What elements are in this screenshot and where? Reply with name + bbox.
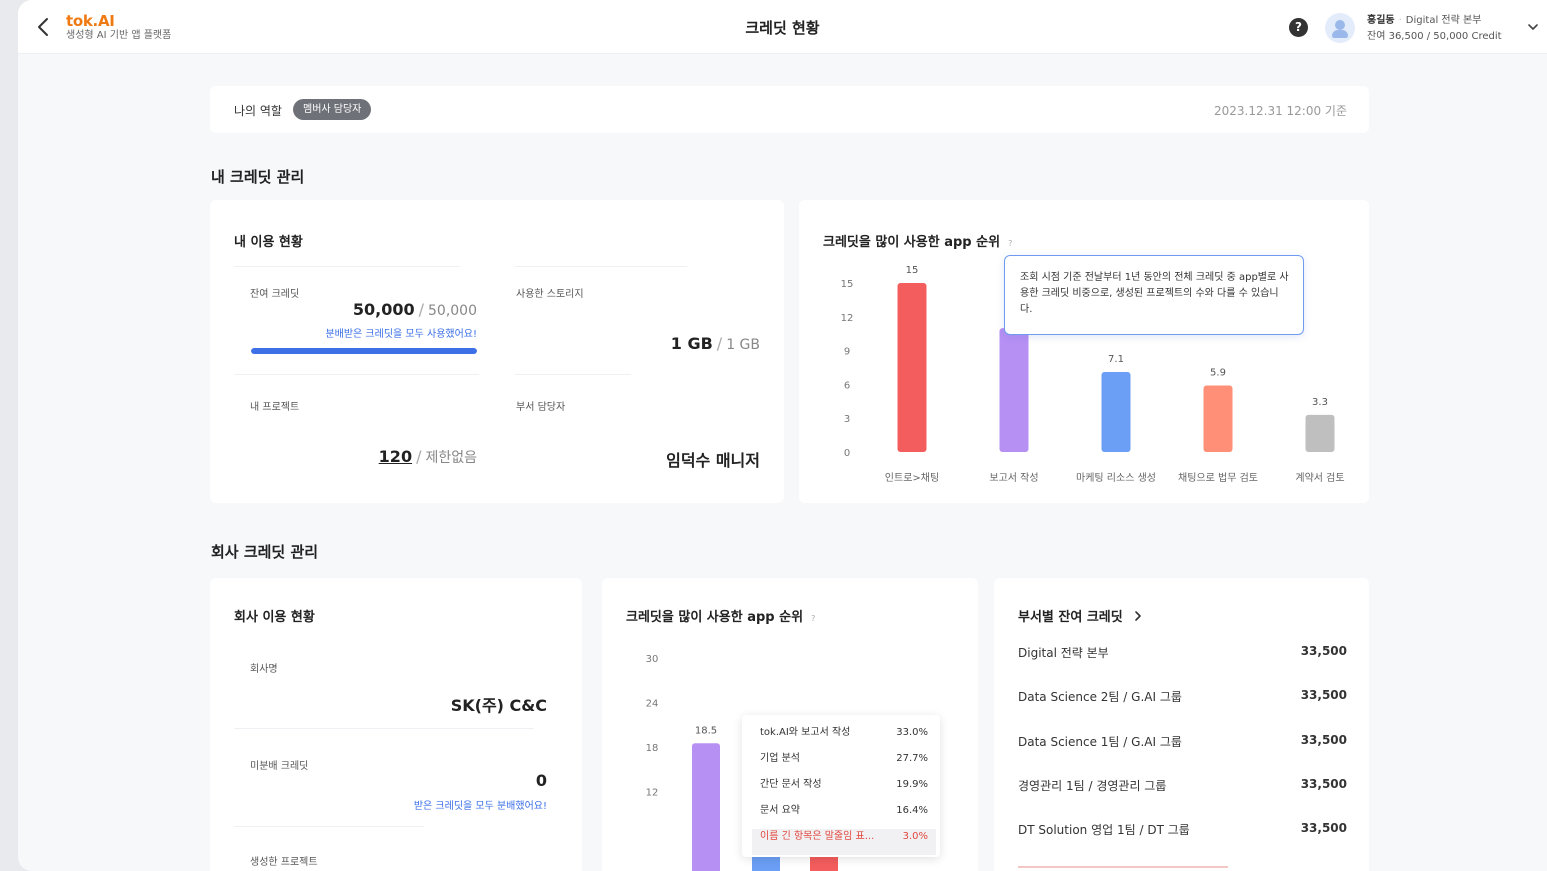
dept-credit-value: 33,500 [1300, 776, 1347, 791]
bar [1305, 414, 1335, 452]
y-tick-label: 9 [844, 347, 850, 358]
chart-legend-popup: tok.AI와 보고서 작성 33.0% 기업 분석 27.7% 간단 문서 작성 19.… [742, 715, 940, 857]
my-projects-value: 120/제한없음 [378, 447, 477, 466]
user-name: 홍길동 [1367, 15, 1395, 26]
legend-row[interactable]: 문서 요약 16.4% [760, 803, 928, 829]
data-label: 7.1 [1108, 354, 1124, 365]
data-label: 18.5 [695, 725, 717, 736]
app-window: tok.AI 생성형 AI 기반 앱 플랫폼 크레딧 현황 ? 홍길동 · Digi… [18, 0, 1547, 871]
my-usage-title: 내 이용 현황 [234, 235, 303, 250]
storage-label: 사용한 스토리지 [516, 289, 584, 300]
legend-name: 이름 긴 항목은 말줄임 표... [760, 831, 875, 842]
x-tick-label: 마케팅 리소스 생성 [1076, 472, 1156, 484]
top-bar: tok.AI 생성형 AI 기반 앱 플랫폼 크레딧 현황 ? 홍길동 · Digi… [18, 0, 1547, 54]
role-label: 나의 역할 [234, 104, 282, 118]
bar [1203, 385, 1233, 452]
y-tick-label: 18 [646, 743, 659, 754]
chart-info-tooltip: 조회 시점 기준 전날부터 1년 동안의 전체 크레딧 중 app별로 사용한 … [1004, 255, 1304, 335]
bar [1101, 372, 1131, 452]
my-credit-section-title: 내 크레딧 관리 [211, 168, 305, 186]
data-label: 5.9 [1210, 368, 1226, 379]
my-app-rank-chart: 0369121515인트로>채팅11.0보고서 작성7.1마케팅 리소스 생성5… [841, 265, 1345, 484]
data-label: 3.3 [1312, 397, 1328, 408]
y-tick-label: 12 [841, 313, 854, 324]
dept-row[interactable]: Data Science 2팀 / G.AI 그룹 33,500 [1018, 688, 1347, 708]
chevron-down-icon[interactable] [1526, 20, 1540, 34]
data-label: 15 [906, 265, 919, 276]
legend-pct: 3.0% [902, 831, 928, 842]
dept-credit-value: 33,500 [1300, 688, 1347, 703]
y-tick-label: 6 [844, 380, 850, 391]
role-badge: 멤버사 담당자 [293, 99, 372, 120]
remaining-credit-value: 50,000/50,000 [352, 300, 477, 319]
bar [999, 328, 1029, 452]
y-tick-label: 24 [646, 699, 659, 710]
y-tick-label: 0 [844, 448, 850, 459]
legend-name: 문서 요약 [760, 805, 800, 816]
my-app-rank-card: 크레딧을 많이 사용한 app 순위? 0369121515인트로>채팅11.0… [799, 200, 1369, 503]
unallocated-credit-value: 0 [535, 771, 547, 790]
remaining-credit-label: 잔여 크레딧 [250, 289, 300, 300]
user-credit: 잔여 36,500 / 50,000 Credit [1367, 31, 1502, 42]
legend-row[interactable]: 간단 문서 작성 19.9% [760, 777, 928, 803]
x-tick-label: 보고서 작성 [989, 472, 1038, 484]
dept-row[interactable]: Digital 전략 본부 33,500 [1018, 644, 1347, 664]
company-usage-title: 회사 이용 현황 [234, 610, 315, 625]
legend-name: tok.AI와 보고서 작성 [760, 727, 851, 738]
y-tick-label: 15 [841, 279, 854, 290]
chevron-right-icon[interactable] [1133, 610, 1143, 622]
unallocated-credit-note: 받은 크레딧을 모두 분배했어요! [413, 801, 547, 812]
dept-name: Data Science 1팀 / G.AI 그룹 [1018, 734, 1182, 749]
as-of-date: 2023.12.31 12:00 기준 [1214, 104, 1347, 118]
dept-credit-value: 33,500 [1300, 821, 1347, 836]
x-tick-label: 인트로>채팅 [885, 472, 939, 484]
dept-credit-title[interactable]: 부서별 잔여 크레딧 [1018, 606, 1143, 625]
dept-manager-label: 부서 담당자 [516, 402, 566, 413]
legend-row[interactable]: 기업 분석 27.7% [760, 751, 928, 777]
user-dept: Digital 전략 본부 [1405, 15, 1482, 26]
user-info[interactable]: 홍길동 · Digital 전략 본부 잔여 36,500 / 50,000 Cre… [1367, 13, 1502, 45]
legend-row[interactable]: 이름 긴 항목은 말줄임 표... 3.0% [752, 829, 936, 855]
legend-name: 간단 문서 작성 [760, 779, 822, 790]
bar [692, 743, 720, 871]
company-name-value: SK(주) C&C [450, 696, 547, 715]
dept-name: Digital 전략 본부 [1018, 646, 1109, 660]
avatar[interactable] [1325, 13, 1355, 43]
dept-row[interactable]: Data Science 1팀 / G.AI 그룹 33,500 [1018, 733, 1347, 753]
legend-pct: 27.7% [896, 753, 928, 764]
remaining-credit-progress [251, 348, 477, 354]
unallocated-credit-label: 미분배 크레딧 [250, 761, 309, 772]
dept-name: Data Science 2팀 / G.AI 그룹 [1018, 690, 1182, 705]
legend-pct: 33.0% [896, 727, 928, 738]
y-tick-label: 3 [844, 414, 850, 425]
dept-manager-value: 임덕수 매니저 [666, 451, 760, 470]
dept-credit-card: 부서별 잔여 크레딧 Digital 전략 본부 33,500 Data Scien… [994, 578, 1369, 871]
dept-name: DT Solution 영업 1팀 / DT 그룹 [1018, 823, 1190, 838]
page-title: 크레딧 현황 [745, 19, 820, 37]
dept-credit-value: 33,500 [1300, 644, 1347, 658]
x-tick-label: 채팅으로 법무 검토 [1178, 472, 1258, 484]
company-name-label: 회사명 [250, 664, 278, 675]
legend-row[interactable]: tok.AI와 보고서 작성 33.0% [760, 725, 928, 751]
y-tick-label: 12 [646, 788, 659, 799]
company-usage-card: 회사 이용 현황 회사명 SK(주) C&C 미분배 크레딧 0 받은 크레딧을… [210, 578, 582, 871]
storage-value: 1 GB/1 GB [670, 334, 760, 353]
dept-name: 경영관리 1팀 / 경영관리 그룹 [1018, 778, 1167, 793]
my-projects-label: 내 프로젝트 [250, 402, 300, 413]
help-icon[interactable]: ? [1289, 18, 1308, 37]
company-credit-section-title: 회사 크레딧 관리 [211, 543, 319, 561]
y-tick-label: 30 [646, 654, 659, 665]
created-projects-label: 생성한 프로젝트 [250, 857, 318, 868]
dept-credit-value: 33,500 [1300, 732, 1347, 747]
legend-pct: 19.9% [896, 779, 928, 790]
my-usage-card: 내 이용 현황 잔여 크레딧 50,000/50,000 분배받은 크레딧을 모… [210, 200, 784, 503]
legend-pct: 16.4% [896, 805, 928, 816]
dept-row[interactable]: DT Solution 영업 1팀 / DT 그룹 33,500 [1018, 821, 1347, 841]
dept-row[interactable]: 경영관리 1팀 / 경영관리 그룹 33,500 [1018, 777, 1347, 797]
legend-name: 기업 분석 [760, 753, 800, 764]
bar [897, 283, 927, 452]
x-tick-label: 계약서 검토 [1295, 472, 1344, 484]
role-bar: 나의 역할 멤버사 담당자 2023.12.31 12:00 기준 [210, 86, 1369, 133]
remaining-credit-note: 분배받은 크레딧을 모두 사용했어요! [325, 329, 477, 340]
